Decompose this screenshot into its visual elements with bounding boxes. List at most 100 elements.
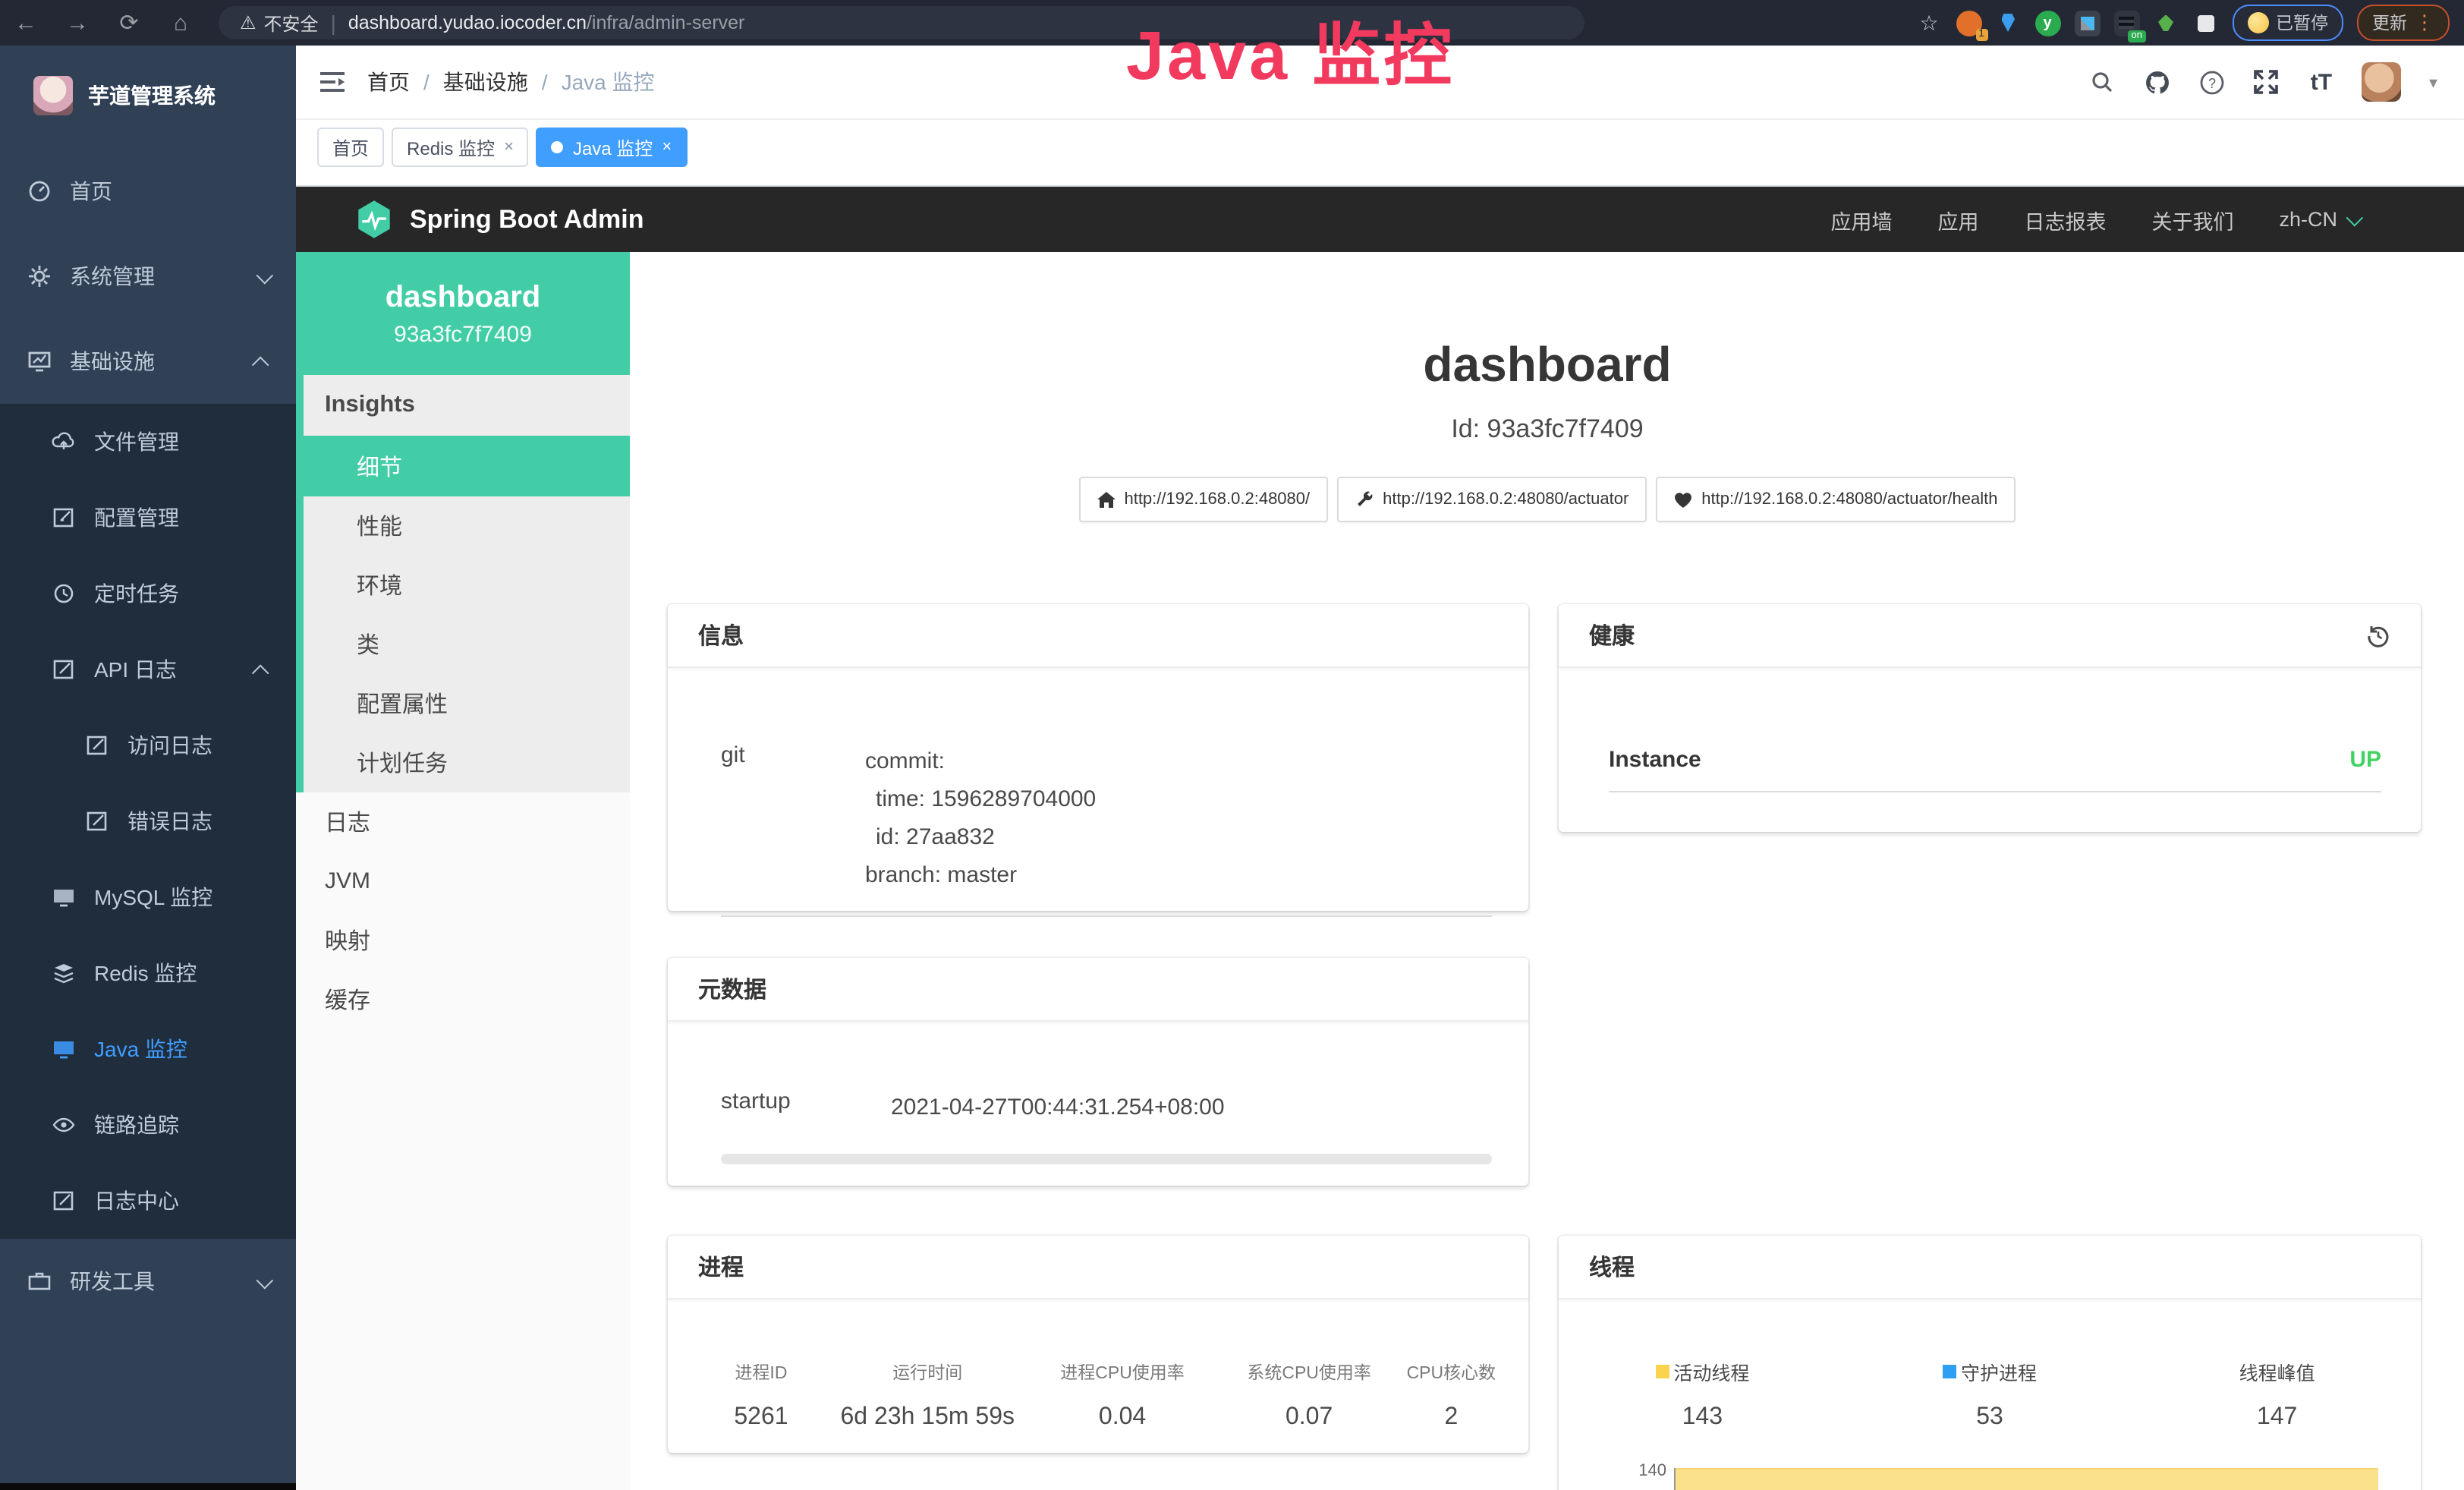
sba-brand[interactable]: Spring Boot Admin (296, 199, 644, 240)
tab-home[interactable]: 首页 (317, 128, 384, 167)
instance-urls: http://192.168.0.2:48080/ http://192.168… (630, 477, 2464, 522)
sba-item-logs[interactable]: 日志 (296, 792, 630, 852)
locale-selector[interactable]: zh-CN (2279, 208, 2359, 231)
threads-chart: 140 120 100 (1625, 1468, 2378, 1490)
close-icon[interactable]: × (504, 138, 514, 156)
extension-grid-icon[interactable] (2074, 10, 2100, 36)
metadata-key: startup (721, 1088, 891, 1126)
help-icon[interactable]: ? (2198, 68, 2226, 96)
metadata-card-title: 元数据 (668, 958, 1528, 1022)
home-icon (1097, 491, 1115, 508)
back-icon[interactable]: ← (0, 10, 52, 36)
sidebar-item-files[interactable]: 文件管理 (0, 404, 296, 480)
app-title: 芋道管理系统 (88, 80, 216, 111)
extension-y-icon[interactable]: y (2034, 10, 2060, 36)
hamburger-icon[interactable] (296, 70, 367, 94)
close-icon[interactable]: × (662, 138, 672, 156)
sidebar-item-redis[interactable]: Redis 监控 (0, 935, 296, 1011)
insights-group: Insights 细节 性能 环境 类 配置属性 计划任务 (296, 375, 630, 792)
font-size-icon[interactable]: tT (2308, 68, 2335, 96)
process-card: 进程 进程ID5261 运行时间6d 23h 15m 59s 进程CPU使用率0… (668, 1236, 1528, 1453)
sidebar-item-infra[interactable]: 基础设施 (0, 319, 296, 404)
sba-main-content: dashboard Id: 93a3fc7f7409 http://192.16… (630, 252, 2464, 1490)
extension-pin-icon[interactable] (1995, 10, 2021, 36)
update-label: 更新 (2372, 11, 2407, 35)
page-instance-id: Id: 93a3fc7f7409 (630, 414, 2464, 445)
sidebar-item-mysql[interactable]: MySQL 监控 (0, 859, 296, 935)
home-icon[interactable]: ⌂ (155, 10, 206, 36)
chevron-down-icon (256, 1269, 269, 1293)
instance-header[interactable]: dashboard 93a3fc7f7409 (296, 252, 630, 375)
health-history-icon[interactable] (2366, 623, 2390, 647)
breadcrumb-home[interactable]: 首页 (367, 67, 410, 97)
extension-colorpicker-icon[interactable]: 1 (1956, 10, 1981, 36)
sba-item-caches[interactable]: 缓存 (296, 970, 630, 1029)
profile-paused-chip[interactable]: 已暂停 (2232, 5, 2343, 41)
sba-nav-about[interactable]: 关于我们 (2151, 204, 2233, 235)
browser-actions: ☆ 1 y on 已暂停 (1916, 5, 2464, 41)
chevron-down-icon (256, 264, 269, 288)
chrome-update-button[interactable]: 更新 ⋮ (2357, 5, 2450, 41)
sba-navbar: Spring Boot Admin 应用墙 应用 日志报表 关于我们 zh-CN (296, 187, 2464, 252)
sba-item-environment[interactable]: 环境 (304, 556, 630, 615)
sidebar-item-tracing[interactable]: 链路追踪 (0, 1087, 296, 1163)
sba-sidebar: dashboard 93a3fc7f7409 Insights 细节 性能 环境… (296, 252, 630, 1490)
process-table: 进程ID5261 运行时间6d 23h 15m 59s 进程CPU使用率0.04… (668, 1360, 1528, 1432)
sba-item-config-props[interactable]: 配置属性 (304, 674, 630, 733)
sba-nav: 应用墙 应用 日志报表 关于我们 zh-CN (1830, 204, 2464, 235)
sidebar-item-jobs[interactable]: 定时任务 (0, 556, 296, 632)
forward-icon[interactable]: → (52, 10, 103, 36)
tab-java-monitor[interactable]: Java 监控 × (537, 128, 687, 167)
tab-redis-monitor[interactable]: Redis 监控 × (392, 128, 529, 167)
scrollbar-thumb[interactable] (721, 1154, 1492, 1164)
health-instance-label: Instance (1609, 747, 1701, 773)
sidebar-item-system[interactable]: 系统管理 (0, 234, 296, 319)
sba-item-details[interactable]: 细节 (296, 436, 630, 496)
sba-nav-wallboard[interactable]: 应用墙 (1830, 204, 1892, 235)
security-label[interactable]: 不安全 (264, 10, 319, 36)
bookmark-star-icon[interactable]: ☆ (1916, 10, 1942, 36)
service-url-chip[interactable]: http://192.168.0.2:48080/ (1078, 477, 1328, 522)
layers-icon (52, 961, 76, 985)
sba-item-jvm[interactable]: JVM (296, 852, 630, 911)
app-logo (33, 76, 73, 115)
sidebar-item-error-log[interactable]: 错误日志 (0, 783, 296, 859)
sidebar-item-dev-tools[interactable]: 研发工具 (0, 1239, 296, 1324)
search-icon[interactable] (2089, 68, 2116, 96)
extension-list-icon[interactable]: on (2113, 10, 2139, 36)
sba-item-metrics[interactable]: 性能 (304, 496, 630, 556)
sba-nav-journal[interactable]: 日志报表 (2024, 204, 2106, 235)
avatar-caret-icon[interactable]: ▾ (2429, 72, 2437, 92)
fullscreen-icon[interactable] (2253, 68, 2280, 96)
chevron-down-icon (2346, 209, 2364, 226)
monitor-icon (52, 1037, 76, 1061)
actuator-url-chip[interactable]: http://192.168.0.2:48080/actuator (1337, 477, 1647, 522)
sidebar-item-log-center[interactable]: 日志中心 (0, 1163, 296, 1239)
reload-icon[interactable]: ⟳ (103, 9, 155, 36)
sidebar-item-access-log[interactable]: 访问日志 (0, 707, 296, 783)
sba-item-scheduled-tasks[interactable]: 计划任务 (304, 733, 630, 792)
health-url-chip[interactable]: http://192.168.0.2:48080/actuator/health (1656, 477, 2016, 522)
sba-nav-applications[interactable]: 应用 (1937, 204, 1978, 235)
github-icon[interactable] (2144, 68, 2171, 96)
breadcrumb-infra[interactable]: 基础设施 (443, 67, 528, 97)
sidebar-item-home[interactable]: 首页 (0, 149, 296, 234)
sidebar-item-config[interactable]: 配置管理 (0, 480, 296, 556)
sba-item-classes[interactable]: 类 (304, 615, 630, 674)
legend-live-threads: 活动线程 143 (1559, 1357, 1846, 1432)
user-avatar[interactable] (2362, 62, 2402, 102)
svg-text:?: ? (2208, 75, 2216, 90)
sidebar-item-api-log[interactable]: API 日志 (0, 632, 296, 707)
extension-puzzle-icon[interactable] (2192, 10, 2218, 36)
paused-label: 已暂停 (2276, 11, 2328, 35)
doc-edit-icon (85, 809, 109, 833)
instance-name: dashboard (296, 280, 630, 315)
info-card: 信息 git commit: time: 1596289704000 id: 2… (668, 604, 1528, 911)
process-card-title: 进程 (668, 1236, 1528, 1299)
sba-item-mappings[interactable]: 映射 (296, 911, 630, 970)
sidebar-item-java-monitor[interactable]: Java 监控 (0, 1011, 296, 1087)
browser-menu-icon[interactable]: ⋮ (2415, 11, 2434, 35)
legend-peak-threads: 线程峰值 147 (2133, 1357, 2421, 1432)
extension-leaf-icon[interactable] (2153, 10, 2179, 36)
app-logo-row[interactable]: 芋道管理系统 (0, 46, 296, 137)
